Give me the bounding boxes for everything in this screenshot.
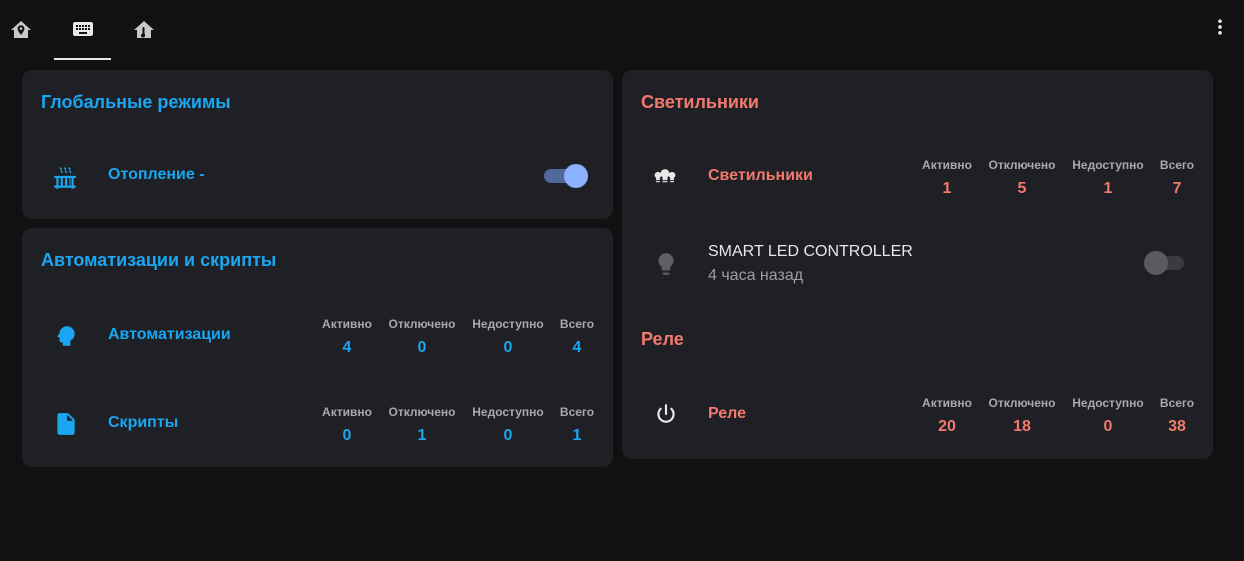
smart-led-controller-name[interactable]: SMART LED CONTROLLER [708, 243, 913, 261]
global-modes-card: Глобальные режимы Отопление - [22, 70, 613, 219]
lights-row-label[interactable]: Светильники [708, 167, 813, 185]
card-title: Глобальные режимы [41, 92, 231, 112]
smart-led-controller-toggle[interactable] [1144, 251, 1188, 275]
power-icon [653, 402, 679, 428]
stat-total: Всего 7 [1159, 158, 1195, 197]
stat-total: Всего 4 [559, 317, 595, 356]
tab-keyboard[interactable] [54, 0, 111, 60]
lightbulb-icon [653, 251, 679, 277]
stat-disabled: Отключено 5 [988, 158, 1056, 197]
stat-disabled: Отключено 18 [988, 396, 1056, 435]
stat-disabled: Отключено 1 [388, 405, 456, 444]
home-thermometer-icon [134, 21, 154, 38]
stat-disabled: Отключено 0 [388, 317, 456, 356]
automations-scripts-card: Автоматизации и скрипты Автоматизации Ак… [22, 228, 613, 467]
toggle-knob [1144, 251, 1168, 275]
robot-head-icon [53, 323, 79, 349]
script-file-icon [53, 411, 79, 437]
home-map-marker-icon [11, 21, 31, 38]
radiator-icon [52, 165, 78, 191]
relays-row-label[interactable]: Реле [708, 405, 746, 423]
stat-total: Всего 1 [559, 405, 595, 444]
keyboard-icon [72, 22, 93, 36]
automations-row-label[interactable]: Автоматизации [108, 326, 231, 344]
smart-led-controller-last-changed: 4 часа назад [708, 267, 804, 284]
heating-mode-label[interactable]: Отопление - [108, 166, 205, 184]
relays-section-title: Реле [641, 329, 684, 349]
heating-mode-toggle[interactable] [544, 164, 588, 188]
scripts-row-label[interactable]: Скрипты [108, 414, 178, 432]
lights-relays-card: Светильники Светильники Активно 1 Отключ… [622, 70, 1213, 459]
dots-vertical-icon [1218, 19, 1222, 35]
stat-total: Всего 38 [1159, 396, 1195, 435]
lightbulb-group-icon [652, 166, 678, 192]
overflow-menu-button[interactable] [1210, 14, 1230, 40]
card-title: Автоматизации и скрипты [41, 250, 277, 270]
tab-home-map[interactable] [0, 0, 42, 60]
lights-section-title: Светильники [641, 92, 759, 112]
tab-home-thermometer[interactable] [122, 0, 166, 60]
toggle-knob [564, 164, 588, 188]
top-toolbar [0, 0, 1244, 60]
